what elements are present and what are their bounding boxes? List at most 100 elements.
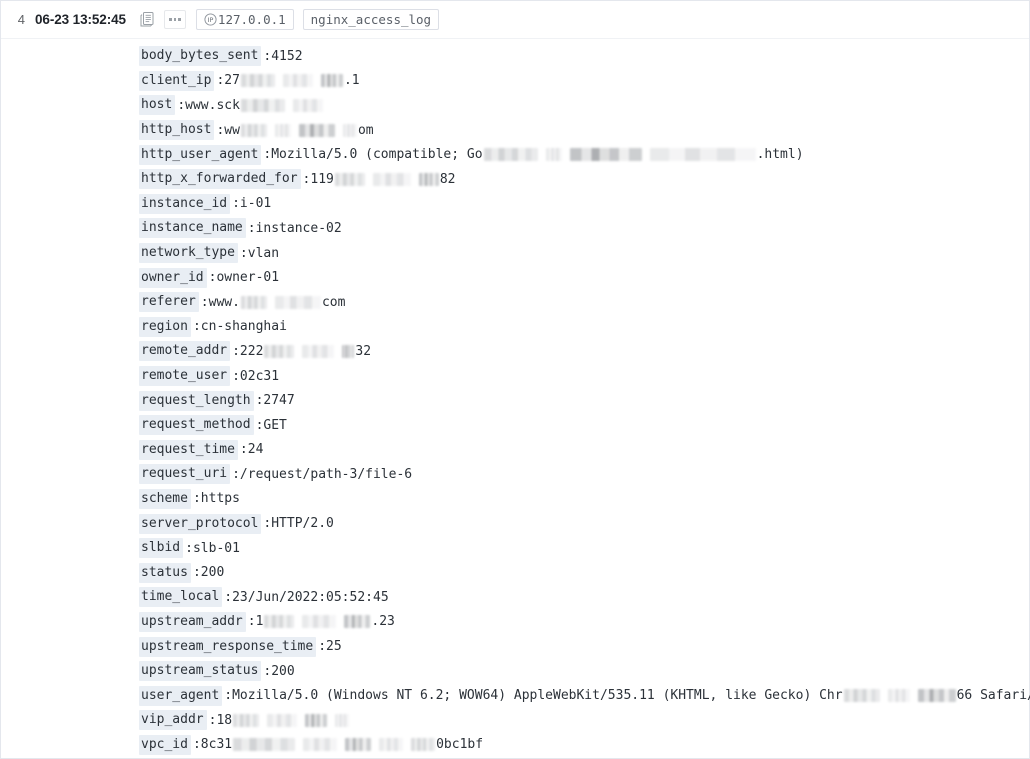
log-field-key[interactable]: slbid xyxy=(139,538,184,559)
log-field-key[interactable]: user_agent xyxy=(139,685,223,706)
log-field-key[interactable]: vip_addr xyxy=(139,710,207,731)
log-field-row: http_host: ww om xyxy=(1,118,1029,143)
log-field-value-text: 02c31 xyxy=(239,368,280,384)
log-field-separator: : xyxy=(263,516,272,532)
log-field-row: instance_name: instance-02 xyxy=(1,216,1029,241)
log-field-key[interactable]: referer xyxy=(139,292,199,313)
copy-documents-icon[interactable] xyxy=(138,10,157,29)
redacted-value-block xyxy=(302,615,337,629)
log-field-key[interactable]: request_method xyxy=(139,415,254,436)
log-field-key[interactable]: instance_name xyxy=(139,218,246,239)
log-field-value: HTTP/2.0 xyxy=(271,516,334,531)
log-field-value: cn-shanghai xyxy=(201,319,287,334)
log-field-value: vlan xyxy=(248,246,279,261)
log-field-separator: : xyxy=(239,442,248,458)
log-field-value-text: 222 xyxy=(239,343,264,359)
log-field-value: ww om xyxy=(224,123,373,138)
log-field-key[interactable]: instance_id xyxy=(139,193,231,214)
log-field-separator: : xyxy=(302,171,311,187)
log-field-key[interactable]: server_protocol xyxy=(139,513,262,534)
log-field-value-text: www.sck xyxy=(185,97,240,113)
log-field-row: remote_addr:222 32 xyxy=(1,339,1029,364)
log-field-value: 02c31 xyxy=(240,369,279,384)
log-field-key[interactable]: network_type xyxy=(139,243,238,264)
log-field-separator: : xyxy=(224,688,233,704)
log-field-key[interactable]: remote_addr xyxy=(139,341,231,362)
log-field-value: https xyxy=(201,491,240,506)
log-field-value-text: 119 xyxy=(310,171,334,187)
log-field-key[interactable]: request_uri xyxy=(139,464,231,485)
log-field-key[interactable]: remote_user xyxy=(139,366,231,387)
redacted-value-block xyxy=(334,172,365,186)
redacted-value-block xyxy=(483,148,538,162)
log-field-separator: : xyxy=(247,614,256,630)
logstore-tag[interactable]: nginx_access_log xyxy=(302,9,440,30)
log-entry-header: 4 06-23 13:52:45 IP 127.0.0.1 nginx_acce… xyxy=(1,1,1029,39)
log-field-key[interactable]: owner_id xyxy=(139,267,207,288)
log-field-row: upstream_response_time:25 xyxy=(1,634,1029,659)
redacted-value-block xyxy=(303,738,338,752)
redacted-value-block xyxy=(649,148,756,162)
log-field-row: remote_user:02c31 xyxy=(1,364,1029,389)
log-field-separator: : xyxy=(263,147,272,163)
log-field-value-text: 25 xyxy=(326,639,342,655)
redacted-value-block xyxy=(887,689,910,703)
log-field-value-text: 4152 xyxy=(271,48,303,64)
log-field-separator: : xyxy=(192,565,201,581)
log-field-value-text: ww xyxy=(224,122,240,138)
log-field-key[interactable]: vpc_id xyxy=(139,734,191,755)
ip-tag[interactable]: IP 127.0.0.1 xyxy=(195,9,294,30)
log-field-separator: : xyxy=(247,220,256,236)
log-field-row: request_length:2747 xyxy=(1,388,1029,413)
log-timestamp: 06-23 13:52:45 xyxy=(35,12,126,27)
log-field-row: referer: www. com xyxy=(1,290,1029,315)
log-field-key[interactable]: upstream_status xyxy=(139,661,262,682)
log-field-row: upstream_addr:1.23 xyxy=(1,610,1029,635)
log-field-key[interactable]: status xyxy=(139,562,191,583)
log-field-value-suffix: 82 xyxy=(439,171,456,187)
log-field-key[interactable]: scheme xyxy=(139,488,191,509)
log-field-row: slbid: slb-01 xyxy=(1,536,1029,561)
log-field-separator: : xyxy=(208,712,217,728)
log-field-separator: : xyxy=(224,589,233,605)
log-field-value: instance-02 xyxy=(256,221,342,236)
log-field-value-suffix: .1 xyxy=(343,73,360,89)
log-field-value-text: 2747 xyxy=(263,393,295,409)
log-field-separator: : xyxy=(255,393,264,409)
log-field-key[interactable]: time_local xyxy=(139,587,223,608)
redacted-value-block xyxy=(240,74,275,88)
log-field-key[interactable]: upstream_addr xyxy=(139,611,246,632)
log-field-key[interactable]: upstream_response_time xyxy=(139,636,317,657)
redacted-value-block xyxy=(917,689,956,703)
log-field-key[interactable]: http_x_forwarded_for xyxy=(139,169,301,190)
log-field-separator: : xyxy=(263,663,272,679)
redacted-value-block xyxy=(264,344,295,358)
log-field-row: upstream_status:200 xyxy=(1,659,1029,684)
log-field-key[interactable]: http_user_agent xyxy=(139,144,262,165)
redacted-value-block xyxy=(344,615,371,629)
redacted-value-block xyxy=(569,148,642,162)
log-field-key[interactable]: body_bytes_sent xyxy=(139,46,262,67)
log-field-key[interactable]: host xyxy=(139,95,176,116)
log-field-key[interactable]: http_host xyxy=(139,120,215,141)
log-row-index: 4 xyxy=(17,12,25,27)
logstore-tag-label: nginx_access_log xyxy=(310,12,432,27)
log-field-key[interactable]: client_ip xyxy=(139,70,215,91)
redacted-value-block xyxy=(342,123,357,137)
redacted-value-block xyxy=(240,123,267,137)
redacted-value-block xyxy=(292,98,323,112)
log-field-row: request_uri:/request/path-3/file-6 xyxy=(1,462,1029,487)
log-field-key[interactable]: region xyxy=(139,316,191,337)
log-field-value-text: 27 xyxy=(224,73,240,89)
more-options-icon[interactable] xyxy=(163,10,186,29)
redacted-value-block xyxy=(240,295,267,309)
log-field-value: 2747 xyxy=(263,393,294,408)
log-field-key[interactable]: request_length xyxy=(139,390,254,411)
log-field-key[interactable]: request_time xyxy=(139,439,238,460)
log-field-value-text: Mozilla/5.0 (compatible; Go xyxy=(271,147,483,163)
dot-2 xyxy=(173,18,177,21)
log-field-value-text: vlan xyxy=(247,245,280,261)
redacted-value-block xyxy=(372,172,411,186)
log-field-value: www.sck xyxy=(185,98,324,113)
log-field-value: /request/path-3/file-6 xyxy=(240,467,412,482)
